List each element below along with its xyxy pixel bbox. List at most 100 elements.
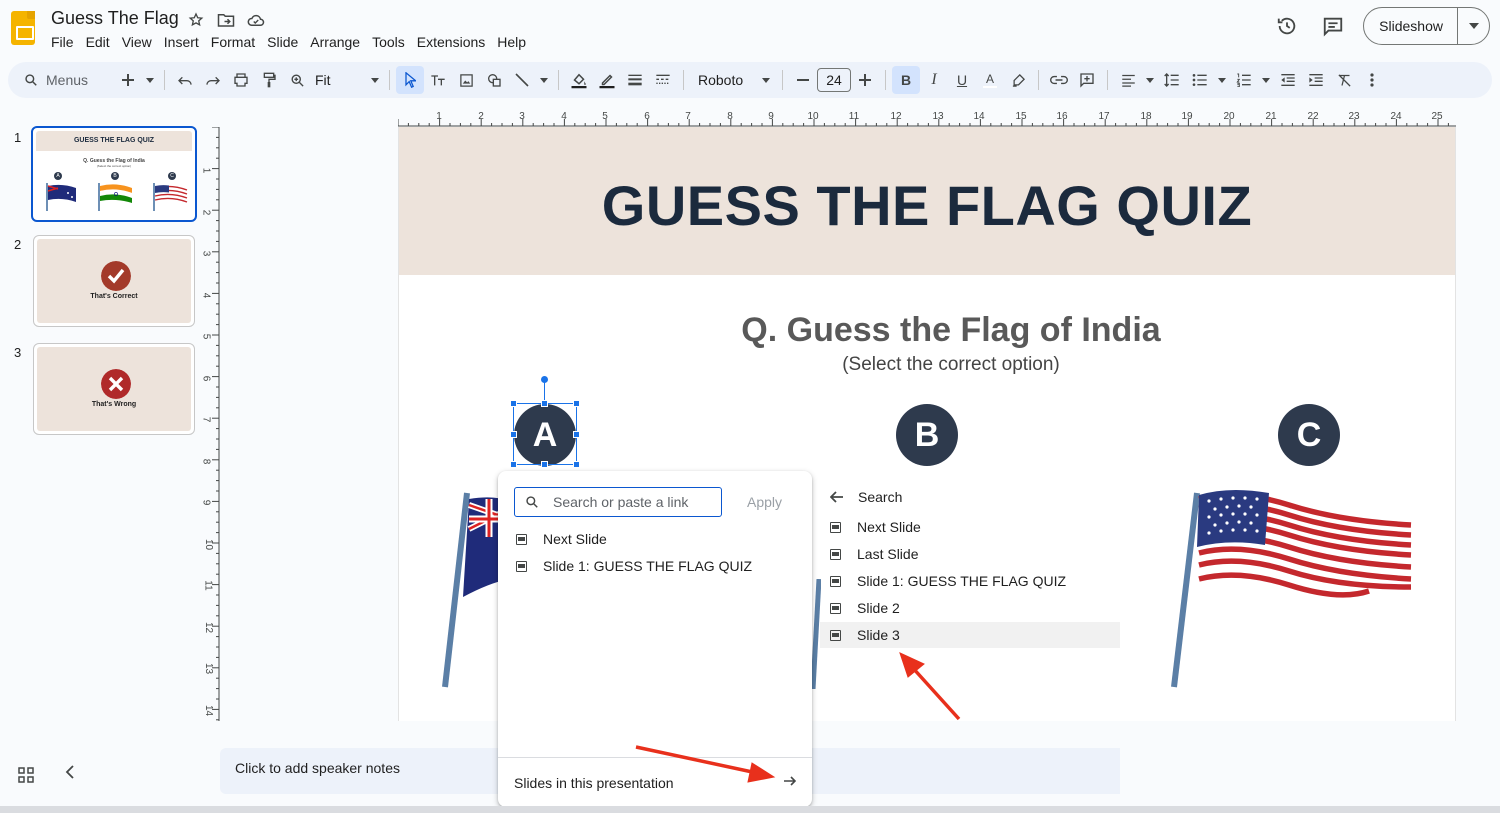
speaker-notes[interactable]: Click to add speaker notes xyxy=(220,748,498,794)
slide-thumbnail-1[interactable]: GUESS THE FLAG QUIZ Q. Guess the Flag of… xyxy=(31,126,197,222)
apply-button[interactable]: Apply xyxy=(747,494,782,510)
slides-list-item[interactable]: Last Slide xyxy=(830,541,1120,567)
shape-icon[interactable] xyxy=(480,66,508,94)
back-to-search[interactable]: Search xyxy=(830,489,902,505)
border-dash-icon[interactable] xyxy=(649,66,677,94)
menu-tools[interactable]: Tools xyxy=(366,33,411,51)
menu-edit[interactable]: Edit xyxy=(80,33,116,51)
star-icon[interactable] xyxy=(186,10,206,30)
slides-list-item-highlighted[interactable]: Slide 3 xyxy=(820,622,1120,648)
selection-box[interactable] xyxy=(513,403,577,465)
line-dropdown-icon[interactable] xyxy=(536,66,552,94)
menus-search[interactable]: Menus xyxy=(18,66,114,94)
slides-in-presentation-link[interactable]: Slides in this presentation xyxy=(514,775,674,791)
menu-insert[interactable]: Insert xyxy=(158,33,205,51)
fill-color-icon[interactable] xyxy=(565,66,593,94)
more-options-icon[interactable] xyxy=(1358,66,1386,94)
bulleted-list-dropdown-icon[interactable] xyxy=(1214,66,1230,94)
font-select[interactable]: Roboto xyxy=(690,72,776,88)
underline-button[interactable]: U xyxy=(948,66,976,94)
slideshow-label[interactable]: Slideshow xyxy=(1364,8,1458,44)
menu-slide[interactable]: Slide xyxy=(261,33,304,51)
slide-thumbnail-2[interactable]: That's Correct xyxy=(33,235,195,327)
ruler-label: 2 xyxy=(200,209,212,216)
menu-file[interactable]: File xyxy=(51,33,80,51)
slides-logo-icon[interactable] xyxy=(11,11,35,45)
slide-question[interactable]: Q. Guess the Flag of India xyxy=(399,311,1455,350)
move-folder-icon[interactable] xyxy=(216,10,236,30)
paint-format-icon[interactable] xyxy=(255,66,283,94)
slides-list-item[interactable]: Next Slide xyxy=(830,514,1120,540)
horizontal-ruler[interactable]: 1 2 3 4 5 6 7 8 9 10 11 12 13 14 15 16 1… xyxy=(398,107,1456,127)
option-c-circle[interactable]: C xyxy=(1278,404,1340,466)
slideshow-dropdown-icon[interactable] xyxy=(1458,23,1489,29)
border-color-icon[interactable] xyxy=(593,66,621,94)
resize-handle[interactable] xyxy=(541,461,548,468)
font-size-input[interactable]: 24 xyxy=(817,68,851,92)
resize-handle[interactable] xyxy=(541,400,548,407)
slide-icon xyxy=(830,602,841,614)
comments-icon[interactable] xyxy=(1317,10,1349,42)
line-spacing-icon[interactable] xyxy=(1158,66,1186,94)
resize-handle[interactable] xyxy=(510,431,517,438)
slides-list-item[interactable]: Slide 1: GUESS THE FLAG QUIZ xyxy=(830,568,1120,594)
bold-button[interactable]: B xyxy=(892,66,920,94)
menu-arrange[interactable]: Arrange xyxy=(304,33,366,51)
increase-indent-icon[interactable] xyxy=(1302,66,1330,94)
numbered-list-icon[interactable] xyxy=(1230,66,1258,94)
document-title[interactable]: Guess The Flag xyxy=(51,8,179,29)
clear-formatting-icon[interactable] xyxy=(1330,66,1358,94)
resize-handle[interactable] xyxy=(573,431,580,438)
bulleted-list-icon[interactable] xyxy=(1186,66,1214,94)
increase-font-size-icon[interactable] xyxy=(851,66,879,94)
slides-list-item[interactable]: Slide 2 xyxy=(830,595,1120,621)
zoom-select[interactable]: Fit xyxy=(311,72,383,88)
insert-link-icon[interactable] xyxy=(1045,66,1073,94)
zoom-icon[interactable] xyxy=(283,66,311,94)
italic-button[interactable]: I xyxy=(920,66,948,94)
line-icon[interactable] xyxy=(508,66,536,94)
link-suggestion-item[interactable]: Next Slide xyxy=(516,531,607,547)
select-tool-icon[interactable] xyxy=(396,66,424,94)
text-color-button[interactable]: A xyxy=(976,66,1004,94)
link-suggestion-item[interactable]: Slide 1: GUESS THE FLAG QUIZ xyxy=(516,558,752,574)
decrease-indent-icon[interactable] xyxy=(1274,66,1302,94)
grid-view-icon[interactable] xyxy=(18,767,34,783)
highlight-icon[interactable] xyxy=(1004,66,1032,94)
menu-extensions[interactable]: Extensions xyxy=(411,33,491,51)
align-dropdown-icon[interactable] xyxy=(1142,66,1158,94)
new-slide-dropdown-icon[interactable] xyxy=(142,66,158,94)
version-history-icon[interactable] xyxy=(1271,10,1303,42)
rotate-handle[interactable] xyxy=(541,376,548,383)
insert-image-icon[interactable] xyxy=(452,66,480,94)
undo-icon[interactable] xyxy=(171,66,199,94)
text-box-icon[interactable] xyxy=(424,66,452,94)
resize-handle[interactable] xyxy=(573,461,580,468)
border-weight-icon[interactable] xyxy=(621,66,649,94)
vertical-ruler[interactable]: 1 2 3 4 5 6 7 8 9 10 11 12 13 14 xyxy=(200,127,220,721)
resize-handle[interactable] xyxy=(510,400,517,407)
thumb-subtitle: (Select the correct option) xyxy=(96,164,132,168)
flag-usa[interactable] xyxy=(1169,487,1414,692)
resize-handle[interactable] xyxy=(573,400,580,407)
add-comment-icon[interactable] xyxy=(1073,66,1101,94)
numbered-list-dropdown-icon[interactable] xyxy=(1258,66,1274,94)
menu-help[interactable]: Help xyxy=(491,33,532,51)
slide-title[interactable]: GUESS THE FLAG QUIZ xyxy=(399,173,1455,238)
resize-handle[interactable] xyxy=(510,461,517,468)
decrease-font-size-icon[interactable] xyxy=(789,66,817,94)
arrow-right-icon[interactable] xyxy=(782,773,798,789)
print-icon[interactable] xyxy=(227,66,255,94)
collapse-filmstrip-icon[interactable] xyxy=(65,765,75,779)
redo-icon[interactable] xyxy=(199,66,227,94)
menu-format[interactable]: Format xyxy=(205,33,261,51)
align-icon[interactable] xyxy=(1114,66,1142,94)
new-slide-icon[interactable] xyxy=(114,66,142,94)
menu-view[interactable]: View xyxy=(116,33,158,51)
cloud-saved-icon[interactable] xyxy=(246,10,266,30)
link-search-input[interactable]: Search or paste a link xyxy=(514,487,722,517)
option-b-circle[interactable]: B xyxy=(896,404,958,466)
slide-thumbnail-3[interactable]: That's Wrong xyxy=(33,343,195,435)
slideshow-button[interactable]: Slideshow xyxy=(1363,7,1490,45)
slide-subtitle[interactable]: (Select the correct option) xyxy=(399,354,1455,376)
